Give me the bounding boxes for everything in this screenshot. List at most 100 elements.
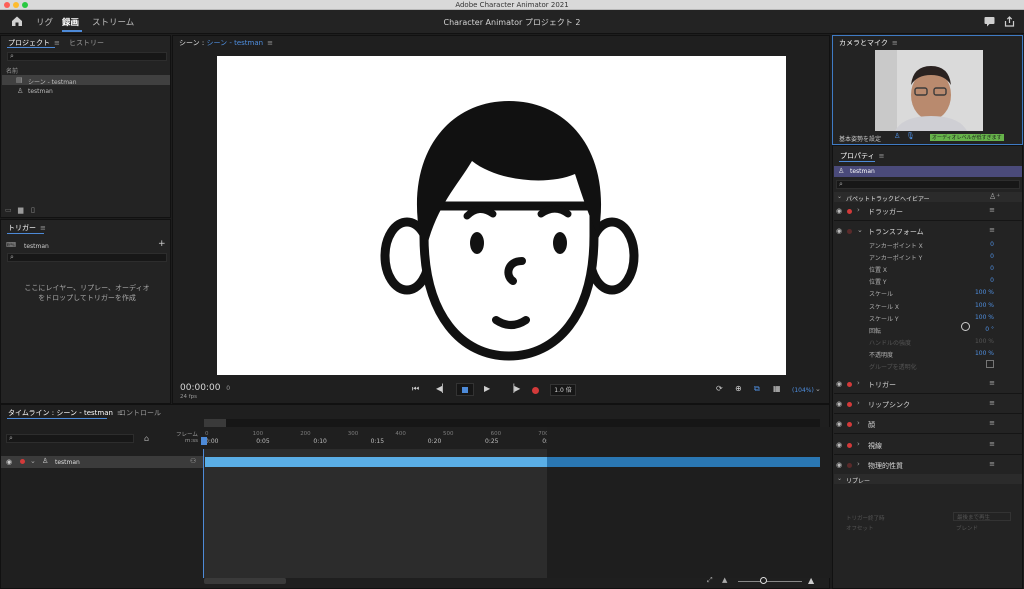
zoom-in-icon[interactable]: ▲ bbox=[808, 576, 814, 585]
behavior-menu-icon[interactable]: ≡ bbox=[989, 440, 995, 448]
chevron-right-icon[interactable]: › bbox=[857, 460, 860, 468]
step-forward-icon[interactable]: ▕▶ bbox=[508, 384, 520, 393]
set-rest-pose-button[interactable]: 基本姿勢を設定 bbox=[839, 134, 881, 143]
new-item-icon[interactable]: ▯ bbox=[31, 206, 35, 214]
timeline-zoom-slider[interactable] bbox=[738, 581, 802, 582]
loop-icon[interactable]: ⟳ bbox=[716, 384, 723, 393]
folder-icon[interactable]: ▆ bbox=[18, 206, 23, 214]
zoom-slider-handle[interactable] bbox=[760, 577, 767, 584]
panel-menu-icon[interactable]: ≡ bbox=[892, 39, 898, 47]
zoom-out-icon[interactable]: ▲ bbox=[722, 576, 727, 584]
add-behavior-icon[interactable]: ♙⁺ bbox=[989, 192, 1000, 201]
view-mode-icon[interactable]: ▦ bbox=[773, 384, 781, 393]
chevron-down-icon[interactable]: ⌄ bbox=[30, 457, 36, 465]
param-value[interactable]: 0 bbox=[990, 277, 994, 284]
step-back-icon[interactable]: ◀▏ bbox=[436, 384, 448, 393]
param-value[interactable]: 0 bbox=[990, 241, 994, 248]
replay-section-header[interactable]: ⌄ リプレー bbox=[834, 474, 1022, 485]
record-arm-icon[interactable] bbox=[847, 462, 852, 468]
panel-menu-icon[interactable]: ≡ bbox=[54, 39, 60, 47]
eye-icon[interactable]: ◉ bbox=[836, 461, 842, 469]
record-arm-icon[interactable] bbox=[847, 209, 852, 214]
replay-mode-dropdown[interactable]: 最後まで再生 bbox=[953, 512, 1011, 521]
behavior-row[interactable]: ◉ › リップシンク ≡ bbox=[834, 396, 1022, 415]
panel-menu-icon[interactable]: ≡ bbox=[879, 152, 885, 160]
param-value[interactable]: 100 % bbox=[975, 289, 994, 296]
rotation-dial[interactable] bbox=[961, 322, 970, 331]
panel-menu-icon[interactable]: ≡ bbox=[267, 39, 273, 47]
behavior-transform[interactable]: ◉ ⌄ トランスフォーム ≡ bbox=[834, 223, 1022, 241]
param-value[interactable]: 100 % bbox=[975, 302, 994, 309]
microphone-icon[interactable]: 🎙 bbox=[906, 132, 915, 140]
track-bar[interactable] bbox=[205, 457, 547, 467]
playback-speed[interactable]: 1.0 倍 bbox=[550, 384, 576, 396]
camera-toggle-icon[interactable]: ⌂ bbox=[144, 434, 149, 443]
new-scene-icon[interactable]: ▭ bbox=[5, 206, 12, 214]
behavior-menu-icon[interactable]: ≡ bbox=[989, 206, 995, 214]
track-bar-extension[interactable] bbox=[547, 457, 820, 467]
fit-icon[interactable]: ⤢ bbox=[707, 576, 713, 585]
behavior-menu-icon[interactable]: ≡ bbox=[989, 419, 995, 427]
physics-icon[interactable]: ⊕ bbox=[735, 384, 742, 393]
param-value[interactable]: 0 bbox=[990, 253, 994, 260]
work-area-bar[interactable] bbox=[204, 419, 820, 427]
tab-controls[interactable]: コントロール bbox=[119, 408, 161, 418]
chevron-right-icon[interactable]: › bbox=[857, 379, 860, 387]
zoom-level[interactable]: (104%) bbox=[792, 387, 814, 394]
eye-icon[interactable]: ◉ bbox=[836, 380, 842, 388]
record-arm-icon[interactable] bbox=[847, 422, 852, 428]
behavior-menu-icon[interactable]: ≡ bbox=[989, 460, 995, 468]
eye-icon[interactable]: ◉ bbox=[836, 441, 842, 449]
track-header[interactable]: ◉ ⌄ ♙ testman ⚇ bbox=[1, 456, 203, 468]
behaviors-section-header[interactable]: ⌄ パペットトラックビヘイビアー ♙⁺ bbox=[834, 192, 1022, 203]
chevron-right-icon[interactable]: › bbox=[857, 440, 860, 448]
timeline-search-input[interactable]: ⌕ bbox=[6, 434, 134, 443]
trigger-search-input[interactable]: ⌕ bbox=[7, 253, 167, 262]
eye-icon[interactable]: ◉ bbox=[836, 420, 842, 428]
timeline-scrollbar[interactable] bbox=[204, 578, 286, 584]
behavior-menu-icon[interactable]: ≡ bbox=[989, 399, 995, 407]
screen-icon[interactable]: ⧉ bbox=[754, 384, 760, 394]
chevron-right-icon[interactable]: › bbox=[857, 399, 860, 407]
eye-icon[interactable]: ◉ bbox=[836, 400, 842, 408]
list-item[interactable]: ♙ testman bbox=[2, 86, 170, 96]
camera-icon[interactable]: ♙ bbox=[894, 132, 900, 140]
zoom-dropdown-icon[interactable]: ⌄ bbox=[815, 385, 821, 393]
list-item[interactable]: ▤ シーン - testman bbox=[2, 75, 170, 86]
behavior-row[interactable]: ◉ › 物理的性質 ≡ bbox=[834, 457, 1022, 475]
feedback-icon[interactable] bbox=[984, 16, 995, 27]
scene-link[interactable]: シーン - testman bbox=[206, 39, 263, 47]
properties-search-input[interactable]: ⌕ bbox=[836, 180, 1020, 189]
param-value[interactable]: 0 ° bbox=[985, 326, 994, 333]
work-area-start[interactable] bbox=[204, 419, 226, 427]
behavior-menu-icon[interactable]: ≡ bbox=[989, 226, 995, 234]
track-options-icon[interactable]: ⚇ bbox=[190, 457, 196, 465]
chevron-down-icon[interactable]: ⌄ bbox=[857, 226, 863, 234]
share-icon[interactable] bbox=[1004, 16, 1015, 27]
behavior-dragger[interactable]: ◉ › ドラッガー ≡ bbox=[834, 203, 1022, 221]
eye-icon[interactable]: ◉ bbox=[836, 207, 842, 215]
playhead[interactable] bbox=[203, 449, 204, 578]
tab-history[interactable]: ヒストリー bbox=[69, 38, 104, 48]
record-button[interactable] bbox=[532, 387, 539, 394]
eye-icon[interactable]: ◉ bbox=[6, 458, 12, 466]
group-opacity-checkbox[interactable] bbox=[986, 360, 994, 368]
param-value[interactable]: 100 % bbox=[975, 314, 994, 321]
go-to-start-icon[interactable]: ⏮ bbox=[412, 384, 419, 394]
behavior-menu-icon[interactable]: ≡ bbox=[989, 379, 995, 387]
panel-menu-icon[interactable]: ≡ bbox=[40, 224, 46, 232]
chevron-right-icon[interactable]: › bbox=[857, 419, 860, 427]
chevron-right-icon[interactable]: › bbox=[857, 206, 860, 214]
stop-button[interactable] bbox=[456, 383, 474, 396]
project-search-input[interactable]: ⌕ bbox=[7, 52, 167, 61]
add-trigger-button[interactable]: + bbox=[158, 239, 166, 249]
behavior-row[interactable]: ◉ › 顔 ≡ bbox=[834, 416, 1022, 435]
record-arm-icon[interactable] bbox=[847, 229, 852, 234]
param-value[interactable]: 0 bbox=[990, 265, 994, 272]
tab-timeline[interactable]: タイムライン : シーン - testman ≡ bbox=[8, 408, 123, 418]
param-value[interactable]: 100 % bbox=[975, 350, 994, 357]
play-icon[interactable]: ▶ bbox=[484, 384, 490, 393]
eye-icon[interactable]: ◉ bbox=[836, 227, 842, 235]
record-arm-icon[interactable] bbox=[20, 459, 25, 464]
behavior-row[interactable]: ◉ › 視線 ≡ bbox=[834, 437, 1022, 455]
